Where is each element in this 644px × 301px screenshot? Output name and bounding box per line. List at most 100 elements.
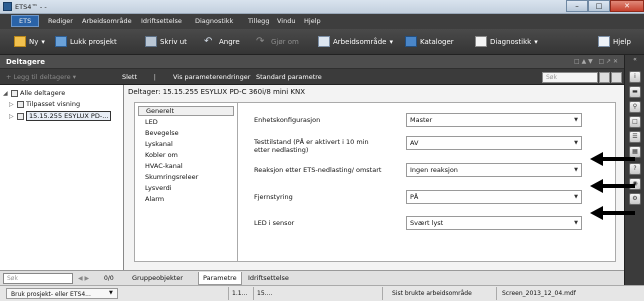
category-kobler-om[interactable]: Kobler om [145, 151, 178, 159]
category-skumringsreleer[interactable]: Skumringsreleer [145, 173, 198, 181]
device-tree: ◢ Alle deltagere ▷ Tilpasset visning ▷ 1… [0, 85, 124, 270]
param-select-reaksjon[interactable]: Ingen reaksjon ▼ [406, 163, 582, 177]
ets-app-icon [3, 2, 12, 11]
annotation-arrow-head [590, 179, 603, 193]
bottom-tabs: Gruppeobjekter Parametre Idriftsettelse [124, 270, 624, 285]
tree-item-label: 15.15.255 ESYLUX PD-... [26, 111, 112, 121]
tree-item-custom-view[interactable]: ▷ Tilpasset visning [9, 100, 80, 108]
printer-icon [145, 36, 157, 47]
catalog-side-icon[interactable]: ▬ [629, 86, 641, 98]
list-side-icon[interactable]: ☰ [629, 131, 641, 143]
close-button[interactable]: ✕ [610, 0, 644, 12]
param-value: Ingen reaksjon [410, 166, 458, 174]
category-bevegelse[interactable]: Bevegelse [145, 129, 179, 137]
category-list: Generelt LED Bevegelse Lyskanal Kobler o… [134, 102, 238, 262]
redo-button[interactable]: ↷ Gjør om [256, 36, 299, 47]
help-label: Hjelp [613, 37, 631, 46]
tools-side-icon[interactable]: ⚙ [629, 193, 641, 205]
side-panel-strip: « i ▬ ⚲ □ ☰ ▦ ? ◉ ⚙ [624, 55, 644, 285]
annotation-arrow-head [590, 206, 603, 220]
category-led[interactable]: LED [145, 118, 158, 126]
tree-search-input[interactable]: Søk [3, 273, 73, 284]
param-select-fjernstyring[interactable]: PÅ ▼ [406, 190, 582, 204]
divider [253, 287, 254, 300]
project-dropdown-label: Bruk prosjekt- eller ETS4... [11, 291, 91, 298]
main-content: Deltager: 15.15.255 ESYLUX PD-C 360i/8 m… [124, 85, 624, 270]
panel-window-controls[interactable]: □ ▲ ▼ □ ↗ ✕ [574, 58, 618, 65]
workspace-button[interactable]: Arbeidsområde ▾ [318, 36, 393, 47]
param-select-enhetskonfigurasjon[interactable]: Master ▼ [406, 113, 582, 127]
param-value: Svært lyst [410, 219, 444, 227]
category-lyskanal[interactable]: Lyskanal [145, 140, 173, 148]
menu-arbeidsomrade[interactable]: Arbeidsområde [82, 17, 132, 25]
category-lysverdi[interactable]: Lysverdi [145, 184, 172, 192]
param-label: Testtilstand (PÅ er aktivert i 10 min et… [254, 138, 369, 154]
window-side-icon[interactable]: □ [629, 116, 641, 128]
menu-tillegg[interactable]: Tillegg [248, 17, 269, 25]
param-select-testtilstand[interactable]: AV ▼ [406, 136, 582, 150]
collapse-icon[interactable]: ▷ [9, 101, 15, 108]
minimize-button[interactable]: – [566, 0, 588, 12]
close-project-icon [55, 36, 67, 47]
param-label: Reaksjon etter ETS-nedlasting/ omstart [254, 166, 382, 174]
menu-hjelp[interactable]: Hjelp [304, 17, 321, 25]
search-side-icon[interactable]: ⚲ [629, 101, 641, 113]
menu-rediger[interactable]: Rediger [48, 17, 73, 25]
panel-toolbar: + Legg til deltagere ▾ Slett ❙ Vis param… [0, 69, 624, 85]
param-select-led-i-sensor[interactable]: Svært lyst ▼ [406, 216, 582, 230]
chevron-down-icon: ▼ [574, 167, 578, 173]
category-generelt[interactable]: Generelt [138, 106, 234, 116]
panel-title[interactable]: Deltagere [6, 58, 45, 66]
help-side-icon[interactable]: ? [629, 163, 641, 175]
project-dropdown[interactable]: Bruk prosjekt- eller ETS4... ▼ [6, 288, 118, 299]
menu-diagnostikk[interactable]: Diagnostikk [195, 17, 233, 25]
tree-item-all-devices[interactable]: ◢ Alle deltagere [3, 89, 65, 97]
menu-idriftsettelse[interactable]: Idriftsettelse [141, 17, 182, 25]
catalogs-label: Kataloger [420, 37, 454, 46]
tab-gruppeobjekter[interactable]: Gruppeobjekter [128, 272, 187, 285]
chevron-down-icon: ▼ [574, 194, 578, 200]
annotation-arrow [601, 157, 635, 161]
nav-arrows-icon[interactable]: ◀ ▶ [78, 275, 89, 282]
help-button[interactable]: Hjelp [598, 36, 631, 47]
undo-icon: ↶ [204, 36, 213, 47]
print-button[interactable]: Skriv ut [145, 36, 187, 47]
collapse-panel-icon[interactable]: « [629, 55, 641, 67]
device-title: Deltager: 15.15.255 ESYLUX PD-C 360i/8 m… [128, 88, 306, 96]
close-project-button[interactable]: Lukk prosjekt [55, 36, 117, 47]
add-device-button[interactable]: + Legg til deltagere ▾ [6, 73, 76, 81]
undo-button[interactable]: ↶ Angre [204, 36, 240, 47]
tab-idriftsettelse[interactable]: Idriftsettelse [244, 272, 293, 285]
redo-label: Gjør om [271, 37, 299, 46]
new-button-label: Ny [29, 37, 39, 46]
view-icon [17, 100, 24, 108]
search-icon[interactable] [599, 72, 610, 83]
category-alarm[interactable]: Alarm [145, 195, 164, 203]
param-label: Enhetskonfigurasjon [254, 116, 321, 124]
expand-icon[interactable]: ◢ [3, 90, 9, 97]
tree-item-label: Tilpasset visning [26, 100, 81, 108]
show-param-changes-button[interactable]: Vis parameterendringer [173, 73, 250, 81]
new-button[interactable]: Ny ▾ [14, 36, 45, 47]
tree-item-label: Alle deltagere [20, 89, 66, 97]
catalog-icon [405, 36, 417, 47]
tree-footer: Søk ◀ ▶ 0/0 [0, 270, 124, 285]
menu-vindu[interactable]: Vindu [277, 17, 295, 25]
annotation-arrow-head [590, 152, 603, 166]
param-label: Fjernstyring [254, 193, 293, 201]
collapse-icon[interactable]: ▷ [9, 113, 15, 120]
standard-params-button[interactable]: Standard parametre [256, 73, 322, 81]
info-side-icon[interactable]: i [629, 71, 641, 83]
tab-parametre[interactable]: Parametre [198, 272, 242, 285]
delete-button[interactable]: Slett [122, 73, 137, 81]
catalogs-button[interactable]: Kataloger [405, 36, 454, 47]
panel-search-input[interactable]: Søk [542, 72, 598, 83]
menu-ets[interactable]: ETS [11, 15, 40, 27]
workspace-label: Arbeidsområde [333, 37, 387, 46]
filter-icon[interactable] [611, 72, 622, 83]
maximize-button[interactable]: □ [588, 0, 610, 12]
chevron-down-icon: ▼ [574, 117, 578, 123]
category-hvac-kanal[interactable]: HVAC-kanal [145, 162, 183, 170]
diagnostics-button[interactable]: Diagnostikk ▾ [475, 36, 538, 47]
tree-item-device[interactable]: ▷ 15.15.255 ESYLUX PD-... [9, 111, 112, 121]
